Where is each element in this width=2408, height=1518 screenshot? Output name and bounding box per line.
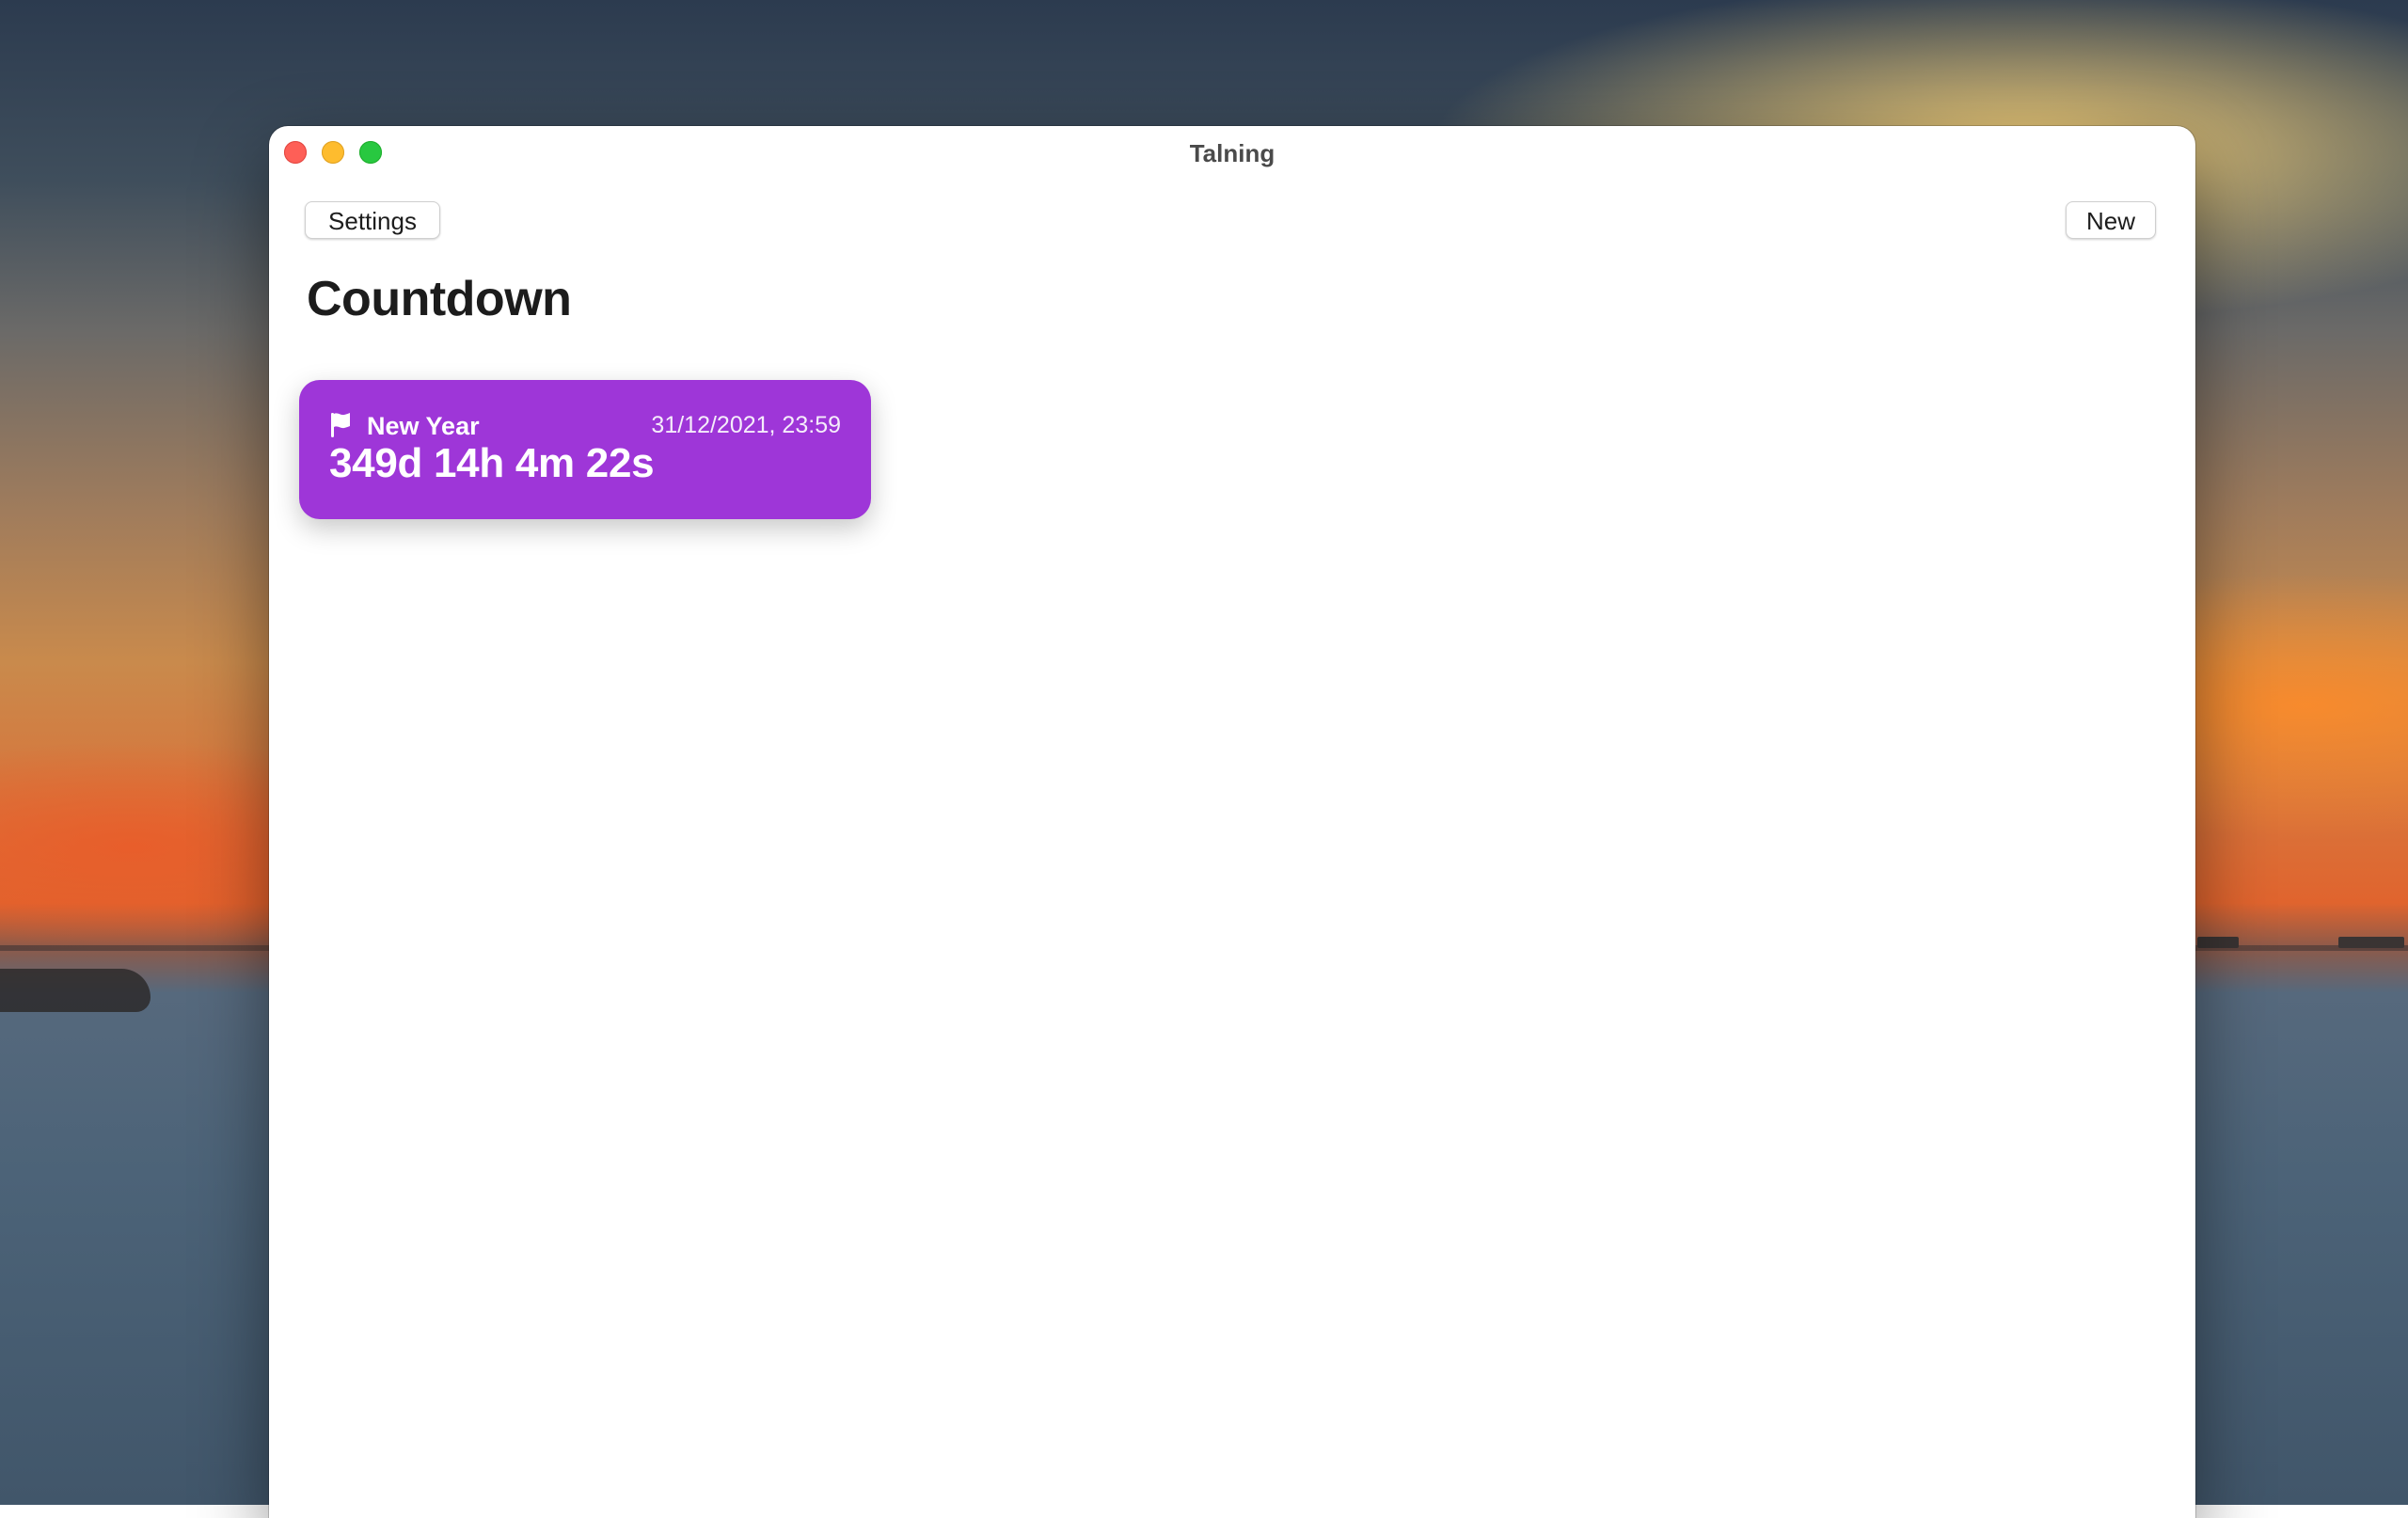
countdown-date: 31/12/2021, 23:59 [651, 412, 841, 438]
countdown-card[interactable]: New Year 31/12/2021, 23:59 349d 14h 4m 2… [299, 380, 871, 519]
page-title: Countdown [307, 272, 572, 326]
countdown-remaining: 349d 14h 4m 22s [329, 440, 655, 486]
flag-icon [331, 413, 350, 437]
title-bar[interactable]: Talning [269, 126, 2195, 179]
wallpaper-ship [2197, 937, 2239, 948]
new-countdown-button[interactable]: New [2066, 201, 2156, 239]
settings-button[interactable]: Settings [305, 201, 440, 239]
countdown-name: New Year [367, 412, 480, 440]
app-window: Talning Settings New Countdown New Year … [269, 126, 2195, 1518]
window-title: Talning [1189, 139, 1275, 167]
wallpaper-ship [2338, 937, 2404, 948]
wallpaper-pier [0, 969, 150, 1012]
